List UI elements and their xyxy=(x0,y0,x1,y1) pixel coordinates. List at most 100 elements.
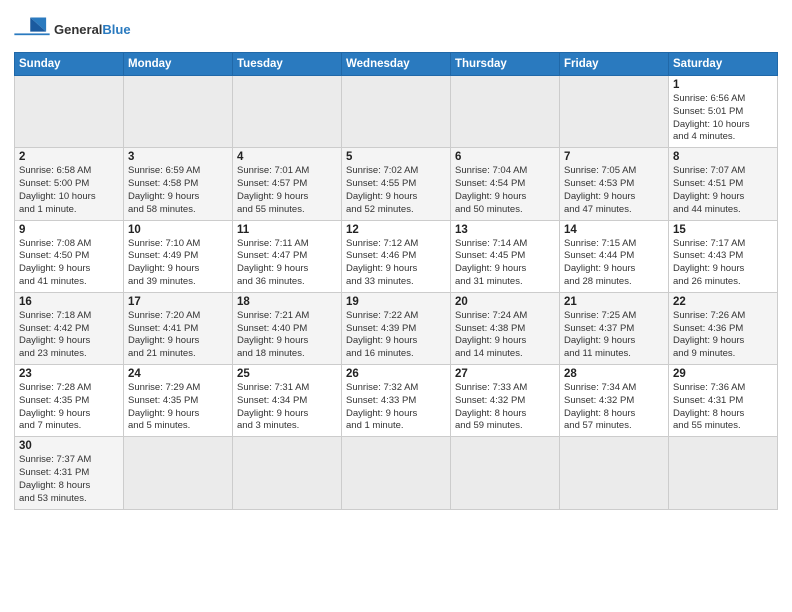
calendar-cell: 12Sunrise: 7:12 AMSunset: 4:46 PMDayligh… xyxy=(342,220,451,292)
calendar-cell: 23 Sunrise: 7:28 AMSunset: 4:35 PMDayligh… xyxy=(15,365,124,437)
calendar-cell xyxy=(560,437,669,509)
day-info: Sunrise: 7:05 AMSunset: 4:53 PMDaylight:… xyxy=(564,165,664,216)
day-info: Sunrise: 7:26 AMSunset: 4:36 PMDaylight:… xyxy=(673,310,773,361)
day-info: Sunrise: 7:25 AMSunset: 4:37 PMDaylight:… xyxy=(564,310,664,361)
day-number: 24 xyxy=(128,368,228,380)
day-number: 4 xyxy=(237,151,337,163)
day-number: 8 xyxy=(673,151,773,163)
calendar-cell: 8 Sunrise: 7:07 AMSunset: 4:51 PMDaylight… xyxy=(669,148,778,220)
day-info: Sunrise: 6:58 AMSunset: 5:00 PMDaylight:… xyxy=(19,165,119,216)
day-info: Sunrise: 7:18 AMSunset: 4:42 PMDaylight:… xyxy=(19,310,119,361)
calendar-cell: 13Sunrise: 7:14 AMSunset: 4:45 PMDayligh… xyxy=(451,220,560,292)
calendar-page: GeneralBlue SundayMondayTuesdayWednesday… xyxy=(0,0,792,612)
day-number: 16 xyxy=(19,296,119,308)
calendar-cell xyxy=(15,76,124,148)
day-info: Sunrise: 7:37 AMSunset: 4:31 PMDaylight:… xyxy=(19,454,119,505)
weekday-header-saturday: Saturday xyxy=(669,53,778,76)
calendar-cell: 24 Sunrise: 7:29 AMSunset: 4:35 PMDayligh… xyxy=(124,365,233,437)
calendar-cell: 19 Sunrise: 7:22 AMSunset: 4:39 PMDayligh… xyxy=(342,292,451,364)
calendar-week-3: 9Sunrise: 7:08 AMSunset: 4:50 PMDaylight… xyxy=(15,220,778,292)
calendar-cell xyxy=(342,76,451,148)
logo-text: GeneralBlue xyxy=(54,22,131,37)
calendar-cell: 14 Sunrise: 7:15 AMSunset: 4:44 PMDayligh… xyxy=(560,220,669,292)
day-info: Sunrise: 7:10 AMSunset: 4:49 PMDaylight:… xyxy=(128,238,228,289)
day-number: 27 xyxy=(455,368,555,380)
calendar-cell xyxy=(233,76,342,148)
calendar-cell xyxy=(124,437,233,509)
day-number: 28 xyxy=(564,368,664,380)
day-number: 21 xyxy=(564,296,664,308)
day-number: 1 xyxy=(673,79,773,91)
day-info: Sunrise: 7:01 AMSunset: 4:57 PMDaylight:… xyxy=(237,165,337,216)
calendar-cell xyxy=(451,437,560,509)
day-info: Sunrise: 7:31 AMSunset: 4:34 PMDaylight:… xyxy=(237,382,337,433)
day-number: 26 xyxy=(346,368,446,380)
logo-icon xyxy=(14,14,50,44)
day-number: 10 xyxy=(128,224,228,236)
weekday-header-row: SundayMondayTuesdayWednesdayThursdayFrid… xyxy=(15,53,778,76)
weekday-header-monday: Monday xyxy=(124,53,233,76)
calendar-week-4: 16 Sunrise: 7:18 AMSunset: 4:42 PMDayligh… xyxy=(15,292,778,364)
day-number: 13 xyxy=(455,224,555,236)
day-number: 14 xyxy=(564,224,664,236)
day-info: Sunrise: 7:08 AMSunset: 4:50 PMDaylight:… xyxy=(19,238,119,289)
day-info: Sunrise: 7:24 AMSunset: 4:38 PMDaylight:… xyxy=(455,310,555,361)
day-info: Sunrise: 7:33 AMSunset: 4:32 PMDaylight:… xyxy=(455,382,555,433)
calendar-cell xyxy=(342,437,451,509)
day-number: 11 xyxy=(237,224,337,236)
calendar-cell: 22 Sunrise: 7:26 AMSunset: 4:36 PMDayligh… xyxy=(669,292,778,364)
day-number: 17 xyxy=(128,296,228,308)
day-info: Sunrise: 7:22 AMSunset: 4:39 PMDaylight:… xyxy=(346,310,446,361)
day-info: Sunrise: 7:15 AMSunset: 4:44 PMDaylight:… xyxy=(564,238,664,289)
calendar-week-6: 30 Sunrise: 7:37 AMSunset: 4:31 PMDayligh… xyxy=(15,437,778,509)
header: GeneralBlue xyxy=(14,10,778,44)
logo: GeneralBlue xyxy=(14,14,131,44)
calendar-cell: 6Sunrise: 7:04 AMSunset: 4:54 PMDaylight… xyxy=(451,148,560,220)
day-info: Sunrise: 7:20 AMSunset: 4:41 PMDaylight:… xyxy=(128,310,228,361)
day-info: Sunrise: 7:07 AMSunset: 4:51 PMDaylight:… xyxy=(673,165,773,216)
weekday-header-wednesday: Wednesday xyxy=(342,53,451,76)
day-number: 19 xyxy=(346,296,446,308)
day-number: 29 xyxy=(673,368,773,380)
day-number: 18 xyxy=(237,296,337,308)
weekday-header-tuesday: Tuesday xyxy=(233,53,342,76)
day-number: 20 xyxy=(455,296,555,308)
weekday-header-friday: Friday xyxy=(560,53,669,76)
day-number: 25 xyxy=(237,368,337,380)
calendar-cell: 15Sunrise: 7:17 AMSunset: 4:43 PMDayligh… xyxy=(669,220,778,292)
day-info: Sunrise: 6:56 AMSunset: 5:01 PMDaylight:… xyxy=(673,93,773,144)
calendar-cell: 1 Sunrise: 6:56 AMSunset: 5:01 PMDaylight… xyxy=(669,76,778,148)
day-number: 12 xyxy=(346,224,446,236)
weekday-header-thursday: Thursday xyxy=(451,53,560,76)
day-info: Sunrise: 7:17 AMSunset: 4:43 PMDaylight:… xyxy=(673,238,773,289)
calendar-cell: 10 Sunrise: 7:10 AMSunset: 4:49 PMDayligh… xyxy=(124,220,233,292)
day-number: 2 xyxy=(19,151,119,163)
calendar-cell: 20 Sunrise: 7:24 AMSunset: 4:38 PMDayligh… xyxy=(451,292,560,364)
calendar-cell xyxy=(233,437,342,509)
calendar-cell: 18Sunrise: 7:21 AMSunset: 4:40 PMDayligh… xyxy=(233,292,342,364)
day-number: 6 xyxy=(455,151,555,163)
day-number: 22 xyxy=(673,296,773,308)
calendar-cell: 26 Sunrise: 7:32 AMSunset: 4:33 PMDayligh… xyxy=(342,365,451,437)
day-info: Sunrise: 7:28 AMSunset: 4:35 PMDaylight:… xyxy=(19,382,119,433)
calendar-cell: 29Sunrise: 7:36 AMSunset: 4:31 PMDayligh… xyxy=(669,365,778,437)
day-number: 23 xyxy=(19,368,119,380)
calendar-cell xyxy=(451,76,560,148)
calendar-cell: 17 Sunrise: 7:20 AMSunset: 4:41 PMDayligh… xyxy=(124,292,233,364)
calendar-cell: 4 Sunrise: 7:01 AMSunset: 4:57 PMDaylight… xyxy=(233,148,342,220)
calendar-cell xyxy=(669,437,778,509)
calendar-cell: 25 Sunrise: 7:31 AMSunset: 4:34 PMDayligh… xyxy=(233,365,342,437)
calendar-cell: 3Sunrise: 6:59 AMSunset: 4:58 PMDaylight… xyxy=(124,148,233,220)
day-number: 30 xyxy=(19,440,119,452)
day-info: Sunrise: 7:29 AMSunset: 4:35 PMDaylight:… xyxy=(128,382,228,433)
calendar-cell: 2 Sunrise: 6:58 AMSunset: 5:00 PMDaylight… xyxy=(15,148,124,220)
day-info: Sunrise: 7:32 AMSunset: 4:33 PMDaylight:… xyxy=(346,382,446,433)
calendar-cell xyxy=(124,76,233,148)
calendar-cell: 21 Sunrise: 7:25 AMSunset: 4:37 PMDayligh… xyxy=(560,292,669,364)
day-info: Sunrise: 7:11 AMSunset: 4:47 PMDaylight:… xyxy=(237,238,337,289)
calendar-week-1: 1 Sunrise: 6:56 AMSunset: 5:01 PMDaylight… xyxy=(15,76,778,148)
day-info: Sunrise: 7:34 AMSunset: 4:32 PMDaylight:… xyxy=(564,382,664,433)
calendar-cell: 28 Sunrise: 7:34 AMSunset: 4:32 PMDayligh… xyxy=(560,365,669,437)
weekday-header-sunday: Sunday xyxy=(15,53,124,76)
calendar-cell: 30 Sunrise: 7:37 AMSunset: 4:31 PMDayligh… xyxy=(15,437,124,509)
